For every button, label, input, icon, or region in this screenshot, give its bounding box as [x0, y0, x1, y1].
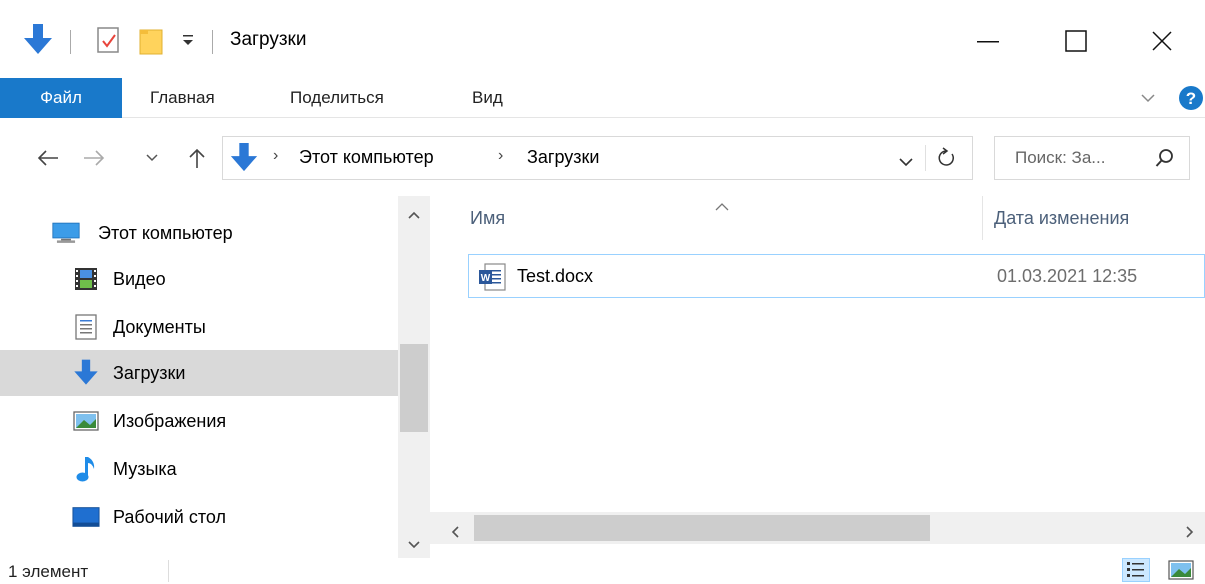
nav-item-label: Изображения — [113, 410, 227, 431]
content-horizontal-scrollbar[interactable] — [430, 512, 1205, 544]
breadcrumb-this-pc[interactable]: Этот компьютер — [299, 147, 434, 168]
nav-item-label: Этот компьютер — [98, 222, 233, 243]
column-header-date[interactable]: Дата изменения — [994, 208, 1129, 229]
close-icon — [1152, 31, 1172, 51]
nav-item-downloads[interactable]: Загрузки — [0, 350, 398, 396]
arrow-left-icon — [37, 150, 58, 166]
navigation-scroll-thumb[interactable] — [400, 344, 428, 432]
minimize-button[interactable] — [958, 16, 1018, 66]
title-bar: Загрузки — [0, 0, 1205, 78]
status-bar: 1 элемент — [0, 558, 1205, 584]
downloads-location-icon — [229, 141, 259, 180]
properties-icon[interactable] — [96, 26, 122, 61]
nav-item-label: Музыка — [113, 458, 177, 479]
status-divider — [168, 560, 169, 582]
music-icon — [72, 455, 100, 483]
address-bar[interactable]: › Этот компьютер › Загрузки — [222, 136, 973, 180]
window-title: Загрузки — [230, 29, 307, 50]
breadcrumb-separator-icon: › — [498, 147, 504, 164]
nav-item-music[interactable]: Музыка — [0, 446, 398, 492]
nav-item-label: Видео — [113, 268, 166, 289]
scroll-up-icon[interactable] — [408, 204, 420, 225]
chevron-down-icon — [146, 154, 158, 162]
large-icons-view-icon[interactable] — [1168, 560, 1194, 584]
item-count: 1 элемент — [8, 562, 89, 581]
documents-icon — [72, 313, 100, 341]
table-row[interactable]: W Test.docx 01.03.2021 12:35 — [468, 254, 1205, 298]
new-folder-icon[interactable] — [138, 26, 166, 61]
svg-text:?: ? — [1186, 89, 1196, 108]
column-divider[interactable] — [982, 196, 983, 240]
tab-view[interactable]: Вид — [472, 78, 503, 118]
address-row: › Этот компьютер › Загрузки Поиск: За... — [0, 118, 1205, 196]
downloads-folder-icon[interactable] — [22, 22, 54, 63]
help-icon[interactable]: ? — [1178, 85, 1204, 116]
tab-file[interactable]: Файл — [0, 78, 122, 118]
svg-text:W: W — [481, 273, 491, 284]
word-document-icon: W — [477, 262, 507, 297]
sort-ascending-icon — [714, 196, 730, 217]
nav-item-pictures[interactable]: Изображения — [0, 398, 398, 444]
search-icon[interactable] — [1155, 148, 1175, 173]
desktop-icon — [72, 503, 100, 531]
forward-button[interactable] — [76, 140, 112, 176]
navigation-scrollbar[interactable] — [398, 196, 430, 558]
details-view-icon[interactable] — [1122, 558, 1150, 584]
scroll-left-icon[interactable] — [450, 522, 460, 543]
close-button[interactable] — [1132, 16, 1192, 66]
address-history-icon[interactable] — [899, 152, 913, 173]
breadcrumb-downloads[interactable]: Загрузки — [527, 147, 599, 168]
video-icon — [72, 265, 100, 293]
nav-item-videos[interactable]: Видео — [0, 256, 398, 302]
minimize-icon — [977, 41, 999, 43]
downloads-icon — [72, 359, 100, 387]
column-header-name[interactable]: Имя — [470, 208, 505, 229]
nav-item-label: Рабочий стол — [113, 506, 226, 527]
arrow-up-icon — [189, 148, 205, 168]
search-box[interactable]: Поиск: За... — [994, 136, 1190, 180]
recent-locations-button[interactable] — [140, 140, 164, 176]
customize-toolbar-icon[interactable] — [180, 32, 196, 53]
search-input[interactable]: Поиск: За... — [1015, 148, 1105, 168]
breadcrumb-separator-icon: › — [273, 147, 279, 164]
maximize-button[interactable] — [1046, 16, 1106, 66]
computer-icon — [52, 219, 80, 247]
nav-item-documents[interactable]: Документы — [0, 304, 398, 350]
nav-item-label: Документы — [113, 316, 206, 337]
tab-share[interactable]: Поделиться — [290, 78, 384, 118]
back-button[interactable] — [30, 140, 66, 176]
file-list: Имя Дата изменения W Test.docx 01.03.202… — [430, 196, 1205, 558]
file-date-modified: 01.03.2021 12:35 — [997, 266, 1138, 286]
pictures-icon — [72, 407, 100, 435]
nav-item-this-pc[interactable]: Этот компьютер — [0, 210, 398, 256]
scroll-down-icon[interactable] — [408, 534, 420, 555]
tab-home[interactable]: Главная — [150, 78, 215, 118]
refresh-icon[interactable] — [937, 147, 957, 174]
ribbon-tabs: Файл Главная Поделиться Вид ? — [0, 78, 1205, 118]
file-name: Test.docx — [517, 266, 594, 286]
navigation-pane: Этот компьютер Видео Документы Загрузки … — [0, 196, 398, 558]
arrow-right-icon — [84, 150, 105, 166]
content-scroll-thumb[interactable] — [474, 515, 930, 541]
nav-item-label: Загрузки — [113, 362, 186, 383]
expand-ribbon-icon[interactable] — [1140, 90, 1156, 111]
maximize-icon — [1065, 30, 1087, 52]
nav-item-desktop[interactable]: Рабочий стол — [0, 494, 398, 540]
scroll-right-icon[interactable] — [1185, 522, 1195, 543]
up-button[interactable] — [182, 140, 212, 176]
